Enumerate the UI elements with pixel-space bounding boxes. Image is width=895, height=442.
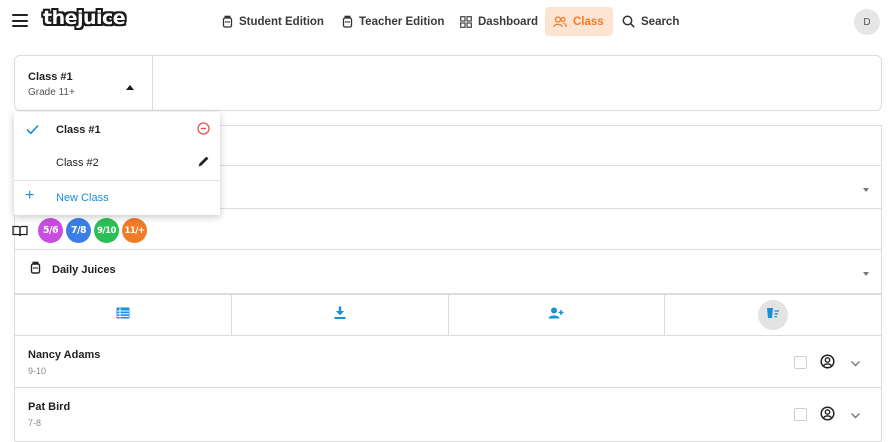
search-icon [622,15,635,28]
people-icon [553,15,567,28]
grade-badge-5-6[interactable]: 5/6 [38,218,63,243]
selected-class-name: Class #1 [28,71,73,83]
sort-button-circle[interactable] [758,300,789,330]
add-student-button[interactable] [449,295,666,335]
row-divider [15,249,881,250]
menu-item-label: Class #2 [56,157,99,169]
chevron-down-icon[interactable] [850,356,861,374]
grade-badge-top: 9 [97,225,103,236]
class-dropdown-menu: Class #1 Class #2 + New Class [14,112,220,215]
nav-search[interactable]: Search [614,7,687,36]
chevron-down-icon[interactable] [863,188,869,192]
student-row[interactable]: Pat Bird 7-8 [14,388,882,442]
nav-teacher-edition-label: Teacher Edition [359,15,445,28]
sort-students-button[interactable] [665,295,881,335]
grade-badge-bottom: 10 [105,225,116,236]
remove-circle-icon[interactable] [197,122,210,140]
nav-class[interactable]: Class [545,7,613,36]
sort-filter-icon [766,306,780,324]
nav-dashboard-label: Dashboard [478,15,539,28]
student-checkbox[interactable] [794,356,807,369]
juice-jar-icon [342,15,353,28]
grade-badge-top: 5 [42,225,50,236]
book-icon [12,225,28,237]
download-icon [334,306,346,324]
daily-juices-label[interactable]: Daily Juices [52,264,116,276]
pencil-icon[interactable] [197,155,210,173]
menu-item-class-1[interactable]: Class #1 [14,113,220,146]
app-logo[interactable]: thejuice [43,7,126,29]
grade-badge-top: 11 [124,225,136,236]
new-class-label: New Class [56,192,109,204]
grade-badge-7-8[interactable]: 7/8 [66,218,91,243]
view-table-button[interactable] [15,295,232,335]
selected-class-grade: Grade 11+ [28,87,75,98]
student-name: Nancy Adams [28,349,101,361]
nav-teacher-edition[interactable]: Teacher Edition [334,7,452,36]
student-profile-icon[interactable] [820,354,835,374]
juice-jar-icon [30,261,41,279]
student-profile-icon[interactable] [820,406,835,426]
student-checkbox[interactable] [794,408,807,421]
caret-up-icon [126,85,134,90]
menu-item-class-2[interactable]: Class #2 [14,146,220,179]
grade-badge-bottom: 6 [51,225,59,236]
grade-badge-9-10[interactable]: 9/10 [94,218,119,243]
grade-badge-11-plus[interactable]: 11/+ [122,218,147,243]
class-header-card: Class #1 Grade 11+ [14,55,882,111]
nav-student-edition[interactable]: Student Edition [214,7,332,36]
dashboard-grid-icon [460,15,472,28]
chevron-down-icon[interactable] [863,272,869,276]
student-level: 9-10 [28,366,47,376]
user-avatar[interactable]: D [854,9,880,35]
nav-student-edition-label: Student Edition [239,15,324,28]
plus-icon: + [25,187,35,204]
new-class-button[interactable]: + New Class [14,181,220,214]
student-name: Pat Bird [28,401,71,413]
top-navigation-bar: thejuice Student Edition Teacher Edition… [0,0,895,44]
juice-jar-icon [222,15,233,28]
check-icon [26,122,39,140]
table-list-icon [116,306,130,324]
chevron-down-icon[interactable] [850,408,861,426]
add-student-icon [548,306,564,324]
grade-badge-bottom: + [137,225,145,236]
nav-dashboard[interactable]: Dashboard [452,7,546,36]
grade-levels-row: 5/6 7/8 9/10 11/+ [12,218,150,243]
nav-class-label: Class [573,15,604,28]
student-level: 7-8 [28,418,42,428]
nav-search-label: Search [641,15,680,28]
download-button[interactable] [232,295,449,335]
grade-badge-bottom: 8 [79,225,87,236]
class-actions-bar [14,294,882,336]
student-row[interactable]: Nancy Adams 9-10 [14,336,882,388]
grade-badge-top: 7 [70,225,78,236]
class-selector[interactable]: Class #1 Grade 11+ [15,56,153,110]
hamburger-menu-icon[interactable] [12,14,28,27]
menu-item-label: Class #1 [56,124,101,136]
